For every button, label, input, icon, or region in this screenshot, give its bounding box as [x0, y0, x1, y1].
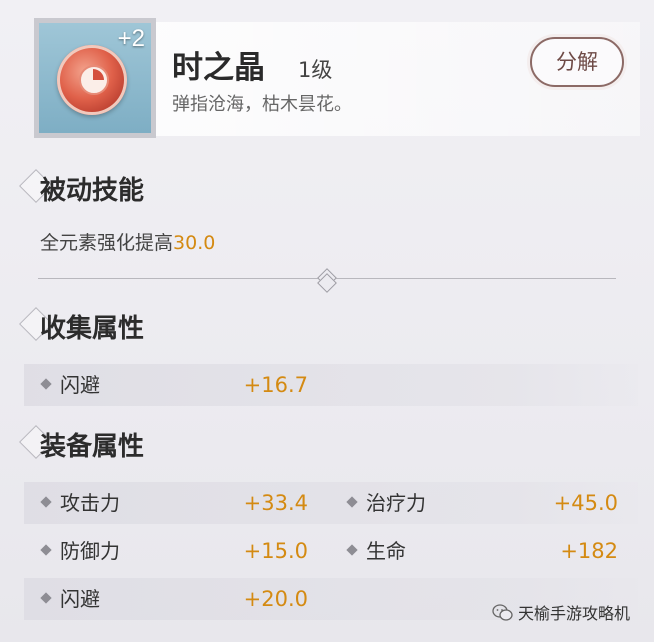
stat-dodge-equip: 闪避 +20.0 [24, 578, 324, 620]
stat-value: +15.0 [243, 539, 308, 563]
passive-skill-text: 全元素强化提高30.0 [40, 228, 215, 255]
item-level: 1级 [298, 58, 333, 82]
stat-label: 攻击力 [60, 491, 120, 515]
stat-defense: 防御力 +15.0 [24, 530, 324, 572]
decompose-button[interactable]: 分解 [530, 37, 624, 87]
stat-label: 闪避 [60, 587, 100, 611]
bullet-diamond-icon [40, 592, 52, 604]
stat-label: 治疗力 [366, 491, 426, 515]
watermark-text: 天榆手游攻略机 [518, 604, 631, 623]
stat-dodge: 闪避 +16.7 [24, 364, 324, 406]
stat-label: 生命 [366, 539, 406, 563]
stat-value: +45.0 [553, 491, 618, 515]
item-name: 时之晶 [172, 50, 265, 86]
watermark: 天榆手游攻略机 [492, 600, 630, 624]
stat-value: +182 [560, 539, 618, 563]
passive-skill-label: 全元素强化提高 [40, 232, 174, 254]
item-description: 弹指沧海，枯木昙花。 [172, 94, 352, 115]
stat-label: 闪避 [60, 373, 100, 397]
stat-health: 生命 +182 [328, 530, 632, 572]
collection-section-title: 收集属性 [40, 314, 145, 344]
passive-section-title: 被动技能 [40, 176, 145, 206]
equipment-section-title: 装备属性 [40, 432, 145, 462]
red-crystal-gem-icon [57, 45, 127, 115]
collection-stat-row: 闪避 +16.7 [24, 364, 638, 406]
bullet-diamond-icon [40, 496, 52, 508]
bullet-diamond-icon [346, 496, 358, 508]
stat-healing: 治疗力 +45.0 [328, 482, 632, 524]
wechat-icon [492, 604, 513, 621]
stat-label: 防御力 [60, 539, 120, 563]
stat-value: +20.0 [243, 587, 308, 611]
bullet-diamond-icon [346, 544, 358, 556]
gem-core [79, 65, 109, 95]
equipment-stat-row-2: 防御力 +15.0 生命 +182 [24, 530, 638, 572]
stat-attack: 攻击力 +33.4 [24, 482, 324, 524]
stat-value: +16.7 [243, 373, 308, 397]
bullet-diamond-icon [40, 544, 52, 556]
equipment-stat-row-1: 攻击力 +33.4 治疗力 +45.0 [24, 482, 638, 524]
plus-level-badge: +2 [117, 25, 145, 52]
bullet-diamond-icon [40, 378, 52, 390]
stat-value: +33.4 [243, 491, 308, 515]
item-icon-frame[interactable]: +2 [34, 18, 156, 138]
item-icon-background: +2 [39, 23, 151, 133]
passive-skill-value: 30.0 [173, 232, 216, 254]
